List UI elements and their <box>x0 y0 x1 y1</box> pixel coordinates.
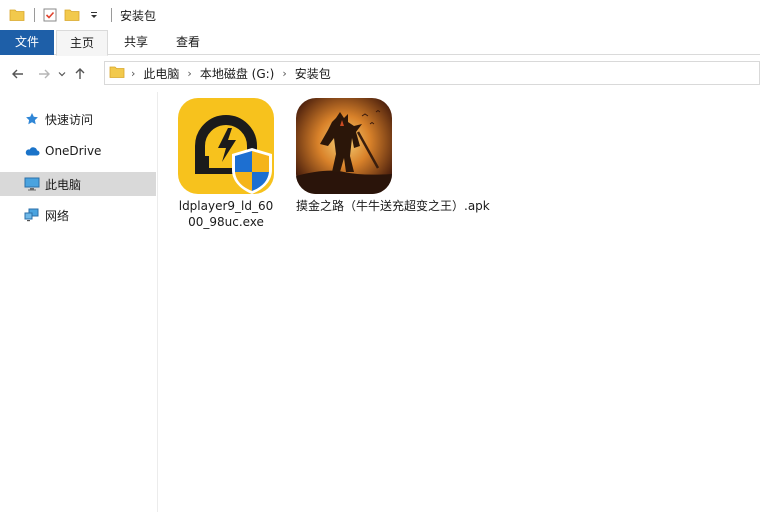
navigation-bar: › 此电脑 › 本地磁盘 (G:) › 安装包 <box>0 56 760 92</box>
star-icon <box>24 111 40 127</box>
tab-share[interactable]: 共享 <box>110 30 162 55</box>
network-icon <box>24 207 40 223</box>
folder-icon[interactable] <box>8 6 26 24</box>
game-warrior-icon <box>296 98 392 194</box>
sidebar-item-network[interactable]: 网络 <box>0 203 156 227</box>
sidebar-item-this-pc[interactable]: 此电脑 <box>0 172 156 196</box>
new-folder-icon[interactable] <box>63 6 81 24</box>
chevron-right-icon[interactable]: › <box>282 67 286 80</box>
tab-file[interactable]: 文件 <box>0 30 54 55</box>
tab-view[interactable]: 查看 <box>162 30 214 55</box>
breadcrumb-current-folder[interactable]: 安装包 <box>295 65 331 82</box>
sidebar-item-label: 网络 <box>45 208 70 223</box>
sidebar-item-label: OneDrive <box>45 144 102 158</box>
ribbon-tabs: 文件 主页 共享 查看 <box>0 30 760 56</box>
back-arrow-icon[interactable] <box>7 63 29 85</box>
window-title: 安装包 <box>120 8 157 23</box>
cloud-icon <box>24 143 40 159</box>
sidebar-item-onedrive[interactable]: OneDrive <box>0 139 156 163</box>
file-name: 摸金之路（牛牛送充超变之王）.apk <box>296 199 490 213</box>
chevron-right-icon[interactable]: › <box>187 67 191 80</box>
file-item-apk[interactable]: 摸金之路（牛牛送充超变之王）.apk <box>296 98 496 214</box>
tab-home[interactable]: 主页 <box>56 30 108 56</box>
breadcrumb-this-pc[interactable]: 此电脑 <box>143 65 179 82</box>
customize-dropdown-icon[interactable] <box>85 6 103 24</box>
forward-arrow-icon[interactable] <box>33 63 55 85</box>
sidebar-item-label: 此电脑 <box>45 177 82 192</box>
properties-check-icon[interactable] <box>41 6 59 24</box>
navigation-pane: 快速访问 OneDrive 此电脑 网络 <box>0 92 158 512</box>
computer-icon <box>24 176 40 192</box>
breadcrumb-local-disk[interactable]: 本地磁盘 (G:) <box>200 65 275 82</box>
title-bar: 安装包 <box>0 0 760 30</box>
toolbar-divider <box>34 8 35 22</box>
recent-dropdown-icon[interactable] <box>55 63 69 85</box>
toolbar-divider <box>111 8 112 22</box>
file-name: ldplayer9_ld_6000_98uc.exe <box>178 199 274 229</box>
folder-icon <box>109 64 125 83</box>
sidebar-item-label: 快速访问 <box>45 112 94 127</box>
file-list: ldplayer9_ld_6000_98uc.exe 摸金之路（牛牛送充超变之王… <box>158 92 760 512</box>
chevron-right-icon[interactable]: › <box>131 67 135 80</box>
sidebar-item-quick-access[interactable]: 快速访问 <box>0 107 156 131</box>
address-bar[interactable]: › 此电脑 › 本地磁盘 (G:) › 安装包 <box>104 61 760 85</box>
file-item-ldplayer[interactable]: ldplayer9_ld_6000_98uc.exe <box>178 98 274 230</box>
up-arrow-icon[interactable] <box>69 63 91 85</box>
ldplayer-shield-icon <box>178 98 274 194</box>
